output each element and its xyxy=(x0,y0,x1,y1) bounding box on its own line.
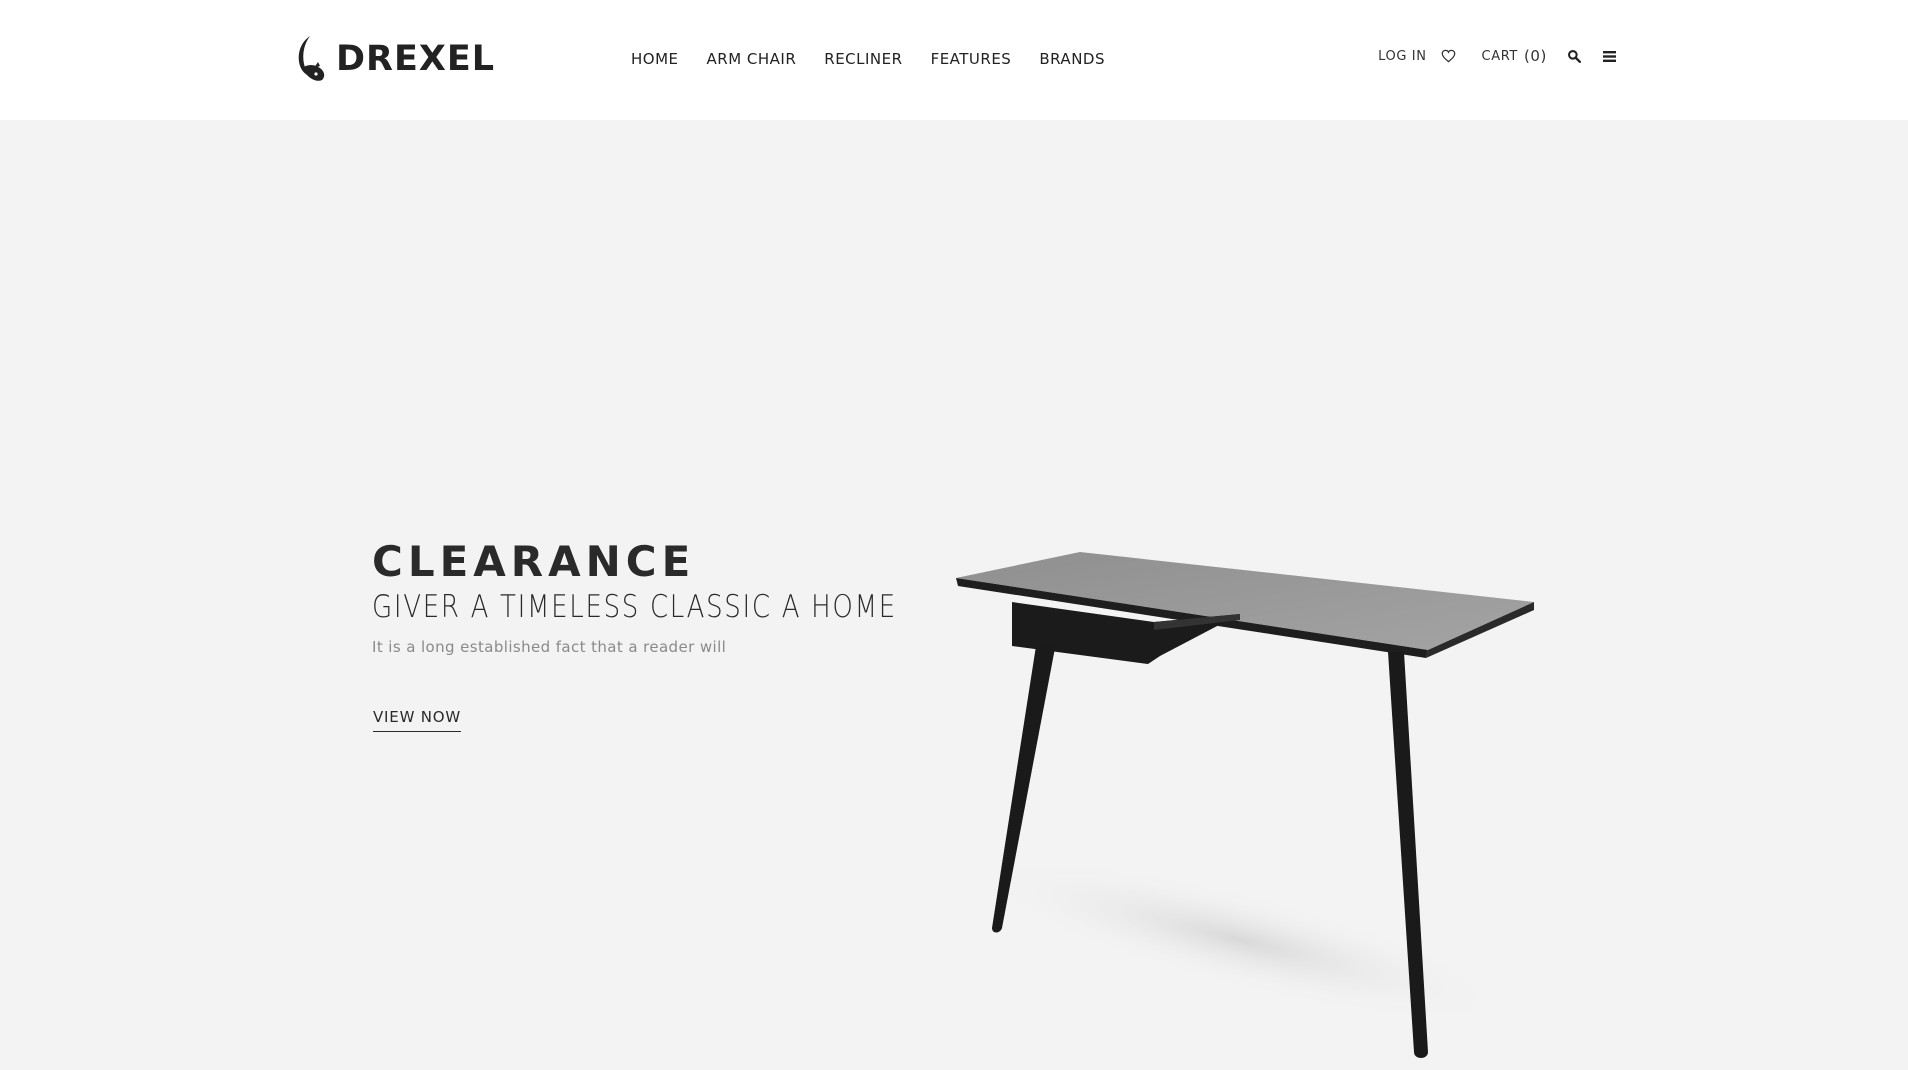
logo-mark-icon xyxy=(298,36,325,81)
heart-icon xyxy=(1441,49,1455,63)
hero-title: CLEARANCE xyxy=(372,537,696,586)
nav-item-arm-chair[interactable]: ARM CHAIR xyxy=(707,50,797,68)
main-navigation: HOME ARM CHAIR RECLINER FEATURES BRANDS xyxy=(631,50,1133,68)
cart-label: CART xyxy=(1481,48,1518,64)
view-now-button[interactable]: VIEW NOW xyxy=(373,708,462,732)
cart-count: (0) xyxy=(1523,47,1547,65)
wishlist-button[interactable] xyxy=(1441,49,1456,63)
nav-item-features[interactable]: FEATURES xyxy=(931,50,1012,68)
site-header: DREXEL HOME ARM CHAIR RECLINER FEATURES … xyxy=(0,0,1908,120)
header-utility-bar: LOG IN CART (0) xyxy=(1378,47,1616,65)
search-button[interactable] xyxy=(1567,49,1581,63)
cart-link[interactable]: CART (0) xyxy=(1482,47,1547,65)
hero-description: It is a long established fact that a rea… xyxy=(372,638,727,656)
brand-logo[interactable]: DREXEL xyxy=(292,34,495,84)
hero-subtitle: GIVER A TIMELESS CLASSIC A HOME xyxy=(372,589,897,625)
hero-text-block: CLEARANCE GIVER A TIMELESS CLASSIC A HOM… xyxy=(372,538,997,732)
brand-name: DREXEL xyxy=(336,39,496,79)
menu-button[interactable] xyxy=(1603,50,1616,62)
menu-icon xyxy=(1603,50,1616,62)
hero-banner: CLEARANCE GIVER A TIMELESS CLASSIC A HOM… xyxy=(0,120,1908,1058)
nav-item-recliner[interactable]: RECLINER xyxy=(824,50,902,68)
nav-item-home[interactable]: HOME xyxy=(631,50,679,68)
desk-product-image xyxy=(956,552,1534,1058)
login-link[interactable]: LOG IN xyxy=(1378,49,1426,64)
search-icon xyxy=(1568,50,1581,63)
nav-item-brands[interactable]: BRANDS xyxy=(1039,50,1105,68)
